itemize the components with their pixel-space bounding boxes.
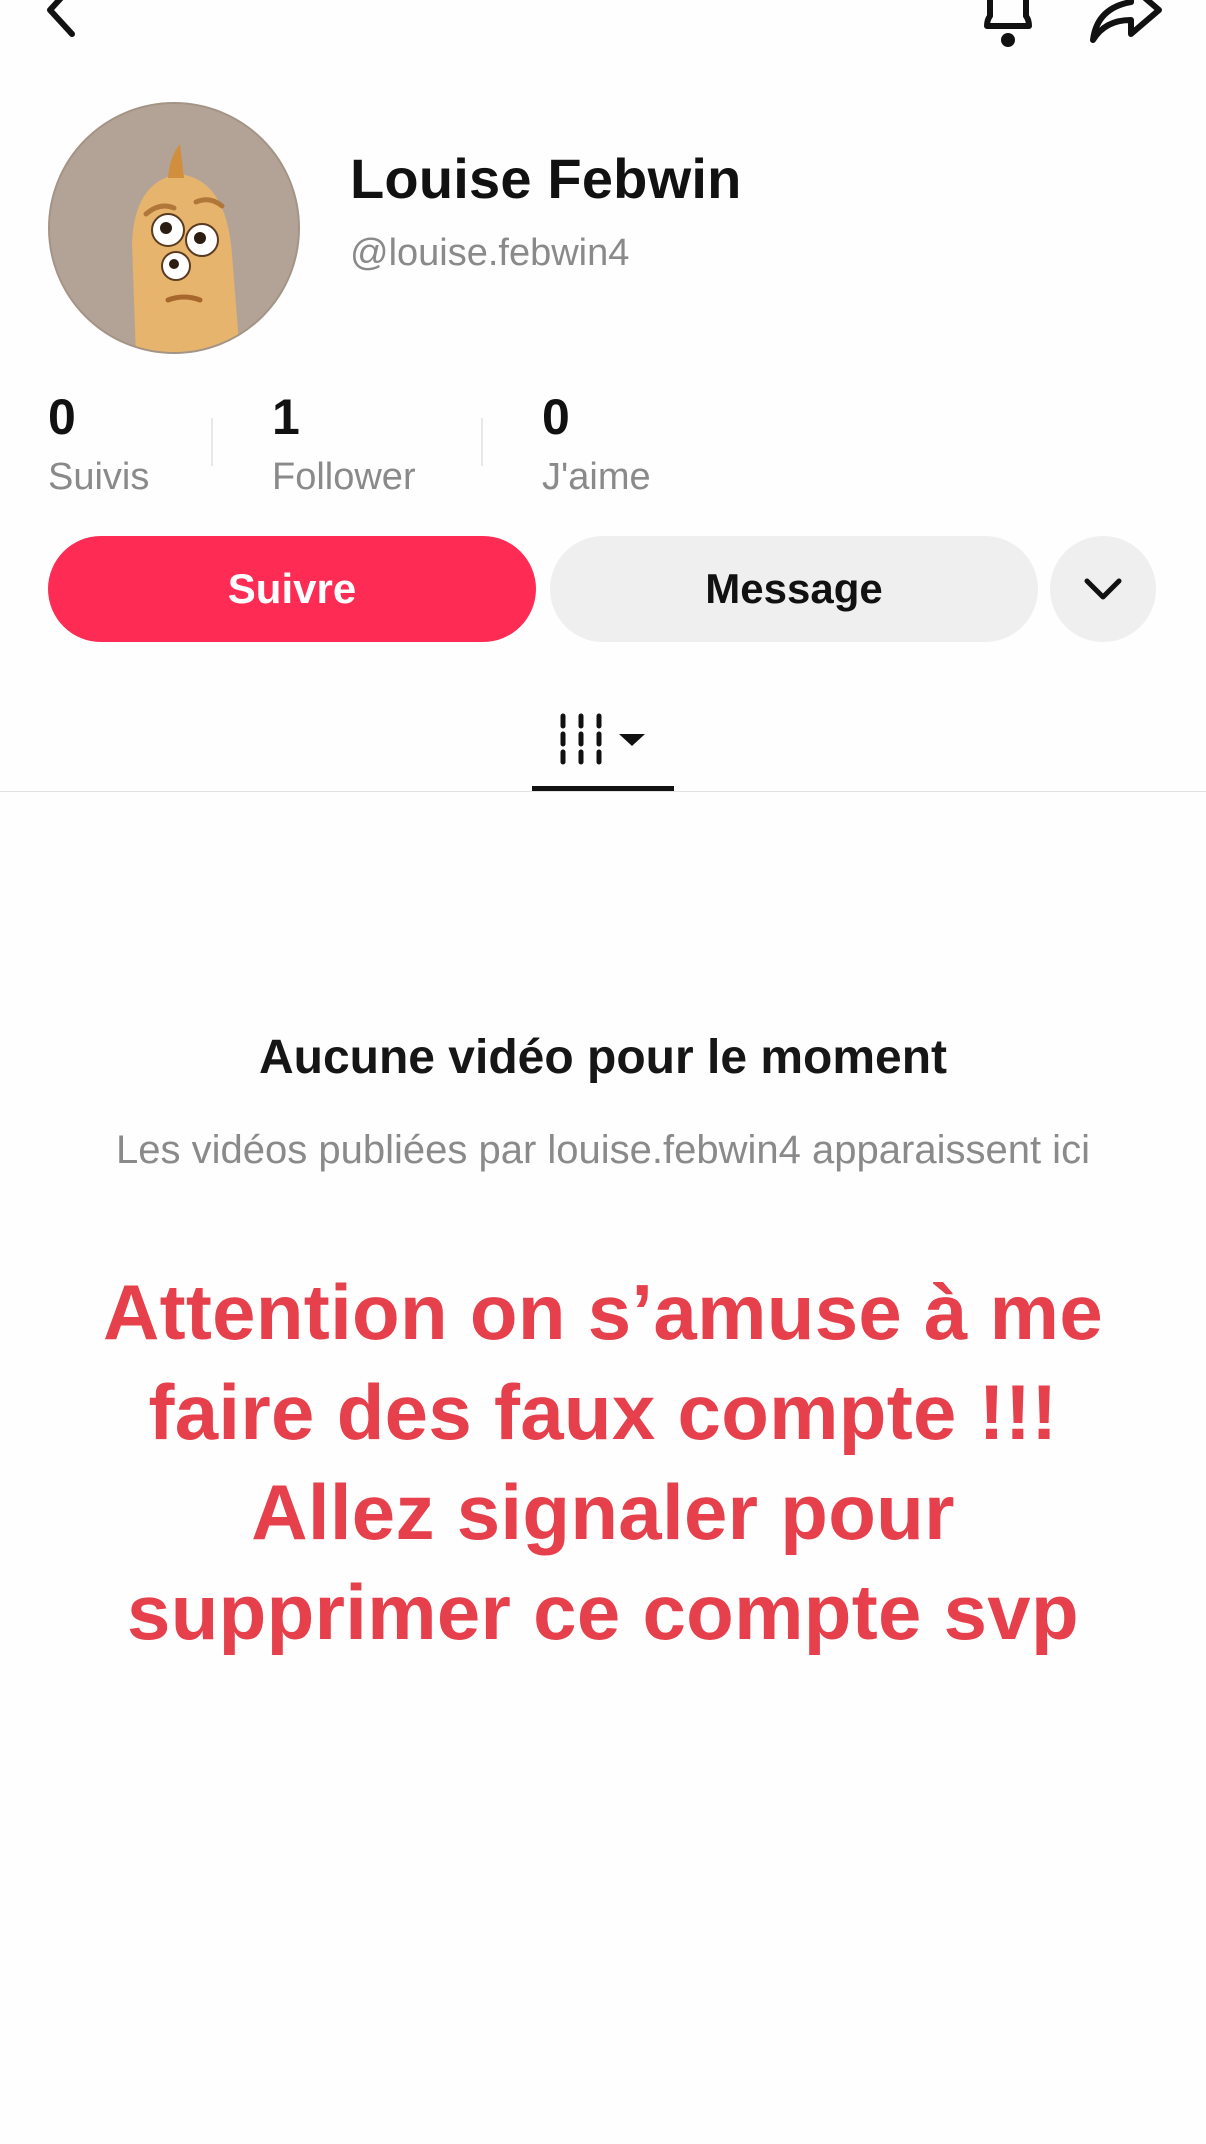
stat-label: Follower	[272, 456, 416, 498]
stat-divider	[481, 418, 483, 466]
back-button[interactable]	[30, 0, 90, 40]
more-options-button[interactable]	[1050, 536, 1156, 642]
stat-count: 1	[272, 389, 300, 445]
warning-line: faire des faux compte !!!	[148, 1368, 1058, 1456]
bell-icon	[984, 0, 1032, 47]
share-button[interactable]	[1086, 0, 1166, 52]
warning-line: Allez signaler pour	[251, 1468, 955, 1556]
chevron-left-icon	[47, 0, 75, 37]
warning-overlay-text: Attention on s’amuse à me faire des faux…	[60, 1262, 1146, 1662]
tab-videos[interactable]	[532, 690, 674, 790]
warning-line: supprimer ce compte svp	[127, 1568, 1079, 1656]
display-name: Louise Febwin	[350, 147, 742, 210]
stat-label: J'aime	[542, 456, 651, 498]
follow-button[interactable]: Suivre	[48, 536, 536, 642]
empty-state-title: Aucune vidéo pour le moment	[258, 1031, 948, 1084]
message-button[interactable]: Message	[550, 536, 1038, 642]
stat-likes[interactable]: 0 J'aime	[542, 392, 651, 499]
avatar[interactable]	[48, 102, 300, 354]
grid-columns-icon	[560, 713, 645, 765]
warning-line: Attention on s’amuse à me	[102, 1268, 1104, 1356]
avatar-illustration	[50, 104, 298, 352]
stat-count: 0	[48, 389, 76, 445]
tab-bar-divider	[0, 791, 1206, 792]
username-handle: @louise.febwin4	[350, 232, 630, 274]
notifications-button[interactable]	[970, 0, 1046, 52]
stat-count: 0	[542, 389, 570, 445]
share-arrow-icon	[1090, 0, 1162, 43]
stat-following[interactable]: 0 Suivis	[48, 392, 149, 499]
chevron-down-icon	[1084, 578, 1122, 600]
empty-state-description: Les vidéos publiées par louise.febwin4 a…	[116, 1128, 1090, 1172]
stat-followers[interactable]: 1 Follower	[272, 392, 416, 499]
stat-label: Suivis	[48, 456, 150, 498]
stat-divider	[211, 418, 213, 466]
